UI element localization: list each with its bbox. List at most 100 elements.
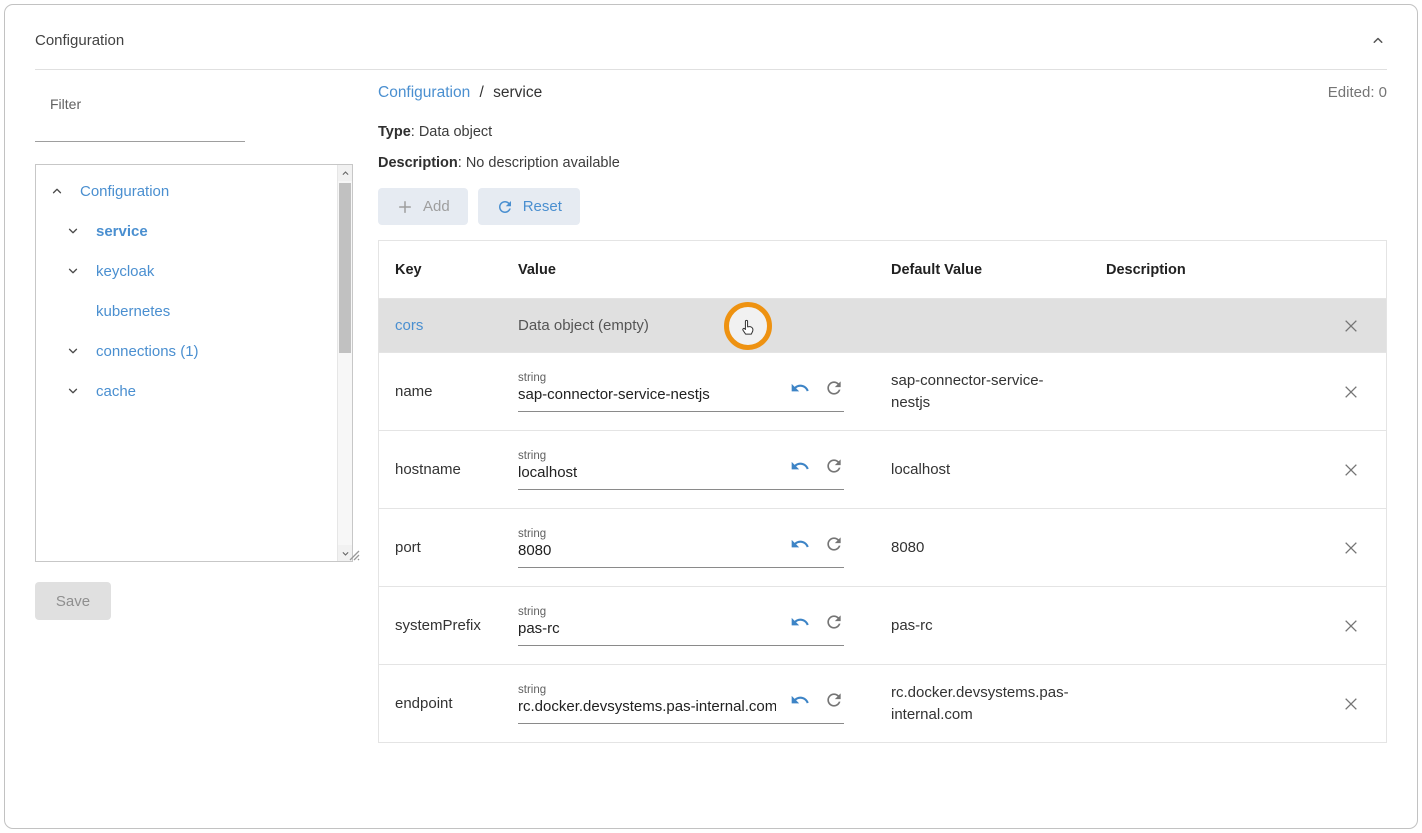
configuration-panel: Configuration Filter Configuration bbox=[4, 4, 1418, 829]
description-line: Description: No description available bbox=[378, 155, 1387, 171]
panel-header: Configuration bbox=[5, 5, 1417, 69]
chevron-down-icon[interactable] bbox=[66, 264, 80, 278]
close-icon bbox=[1343, 318, 1359, 334]
config-tree: Configuration service keycloak bbox=[35, 164, 353, 562]
value-input[interactable] bbox=[518, 620, 776, 637]
reset-button[interactable]: Reset bbox=[478, 188, 580, 225]
default-value: localhost bbox=[875, 459, 1090, 481]
table-row-cors[interactable]: cors Data object (empty) bbox=[379, 298, 1386, 352]
save-button[interactable]: Save bbox=[35, 582, 111, 620]
chevron-down-icon[interactable] bbox=[66, 224, 80, 238]
tree-item-service[interactable]: service bbox=[36, 211, 337, 251]
tree-item-keycloak[interactable]: keycloak bbox=[36, 251, 337, 291]
remove-cors-button[interactable] bbox=[1339, 314, 1363, 338]
value-type-label: string bbox=[518, 606, 776, 618]
tree-item-label[interactable]: kubernetes bbox=[96, 303, 170, 320]
filter-field: Filter bbox=[35, 96, 245, 142]
remove-row-button[interactable] bbox=[1339, 692, 1363, 716]
reset-value-icon[interactable] bbox=[824, 612, 844, 632]
tree-sidebar: Filter Configuration servi bbox=[35, 70, 353, 620]
value-field: string bbox=[518, 450, 844, 490]
undo-icon[interactable] bbox=[790, 378, 810, 398]
row-key: endpoint bbox=[379, 695, 502, 712]
default-value: pas-rc bbox=[875, 615, 1090, 637]
row-key: systemPrefix bbox=[379, 617, 502, 634]
breadcrumb-current: service bbox=[493, 84, 542, 101]
undo-icon[interactable] bbox=[790, 534, 810, 554]
close-icon bbox=[1343, 384, 1359, 400]
reset-value-icon[interactable] bbox=[824, 690, 844, 710]
col-header-key: Key bbox=[379, 262, 502, 278]
undo-icon[interactable] bbox=[790, 690, 810, 710]
remove-row-button[interactable] bbox=[1339, 614, 1363, 638]
tree-item-cache[interactable]: cache bbox=[36, 371, 337, 411]
default-value: 8080 bbox=[875, 537, 1090, 559]
col-header-description: Description bbox=[1090, 262, 1316, 278]
remove-row-button[interactable] bbox=[1339, 536, 1363, 560]
value-input[interactable] bbox=[518, 386, 776, 403]
remove-row-button[interactable] bbox=[1339, 458, 1363, 482]
value-type-label: string bbox=[518, 372, 776, 384]
value-input[interactable] bbox=[518, 464, 776, 481]
scrollbar-track[interactable] bbox=[338, 181, 352, 545]
cors-key-link[interactable]: cors bbox=[395, 317, 423, 334]
collapse-panel-icon[interactable] bbox=[1369, 31, 1387, 49]
detail-panel: Configuration / service Edited: 0 Type: … bbox=[378, 70, 1387, 773]
type-line: Type: Data object bbox=[378, 124, 1387, 140]
tree-item-label[interactable]: service bbox=[96, 223, 148, 240]
add-button[interactable]: Add bbox=[378, 188, 468, 225]
tree-item-connections[interactable]: connections (1) bbox=[36, 331, 337, 371]
tree-list: Configuration service keycloak bbox=[36, 165, 337, 561]
plus-icon bbox=[396, 198, 414, 216]
chevron-down-icon[interactable] bbox=[66, 384, 80, 398]
filter-label: Filter bbox=[35, 96, 245, 112]
default-value: rc.docker.devsystems.pas-internal.com bbox=[875, 682, 1090, 726]
type-label: Type bbox=[378, 124, 411, 140]
chevron-down-icon[interactable] bbox=[66, 344, 80, 358]
reset-value-icon[interactable] bbox=[824, 534, 844, 554]
config-table: Key Value Default Value Description cors… bbox=[378, 240, 1387, 743]
value-type-label: string bbox=[518, 684, 776, 696]
description-label: Description bbox=[378, 155, 458, 171]
value-field: string bbox=[518, 372, 844, 412]
filter-input[interactable] bbox=[35, 112, 245, 142]
tree-item-label[interactable]: connections (1) bbox=[96, 343, 199, 360]
tree-item-configuration[interactable]: Configuration bbox=[36, 171, 337, 211]
tree-item-label[interactable]: cache bbox=[96, 383, 136, 400]
close-icon bbox=[1343, 540, 1359, 556]
row-key: hostname bbox=[379, 461, 502, 478]
value-input[interactable] bbox=[518, 698, 776, 715]
cors-object-value: Data object (empty) bbox=[518, 317, 649, 334]
panel-content: Filter Configuration servi bbox=[5, 70, 1417, 773]
breadcrumb-root-link[interactable]: Configuration bbox=[378, 84, 470, 101]
value-field: string bbox=[518, 606, 844, 646]
table-row-name: name string bbox=[379, 352, 1386, 430]
close-icon bbox=[1343, 618, 1359, 634]
table-row-hostname: hostname string bbox=[379, 430, 1386, 508]
scroll-up-icon[interactable] bbox=[338, 165, 352, 181]
resize-grip-icon[interactable] bbox=[346, 547, 360, 561]
col-header-value: Value bbox=[502, 262, 875, 278]
tree-item-label[interactable]: keycloak bbox=[96, 263, 154, 280]
col-header-default: Default Value bbox=[875, 262, 1090, 278]
chevron-up-icon[interactable] bbox=[50, 184, 64, 198]
breadcrumb: Configuration / service bbox=[378, 84, 542, 102]
table-row-systemPrefix: systemPrefix string bbox=[379, 586, 1386, 664]
reset-value-icon[interactable] bbox=[824, 456, 844, 476]
scrollbar-thumb[interactable] bbox=[339, 183, 351, 353]
tree-item-label[interactable]: Configuration bbox=[80, 183, 169, 200]
undo-icon[interactable] bbox=[790, 612, 810, 632]
value-input[interactable] bbox=[518, 542, 776, 559]
remove-row-button[interactable] bbox=[1339, 380, 1363, 404]
edited-count-badge: Edited: 0 bbox=[1328, 84, 1387, 101]
close-icon bbox=[1343, 696, 1359, 712]
tree-scrollbar[interactable] bbox=[337, 165, 352, 561]
add-button-label: Add bbox=[423, 198, 450, 215]
reset-button-label: Reset bbox=[523, 198, 562, 215]
table-row-port: port string bbox=[379, 508, 1386, 586]
row-key: port bbox=[379, 539, 502, 556]
undo-icon[interactable] bbox=[790, 456, 810, 476]
reset-value-icon[interactable] bbox=[824, 378, 844, 398]
hand-cursor-icon bbox=[738, 317, 758, 339]
tree-item-kubernetes[interactable]: kubernetes bbox=[36, 291, 337, 331]
